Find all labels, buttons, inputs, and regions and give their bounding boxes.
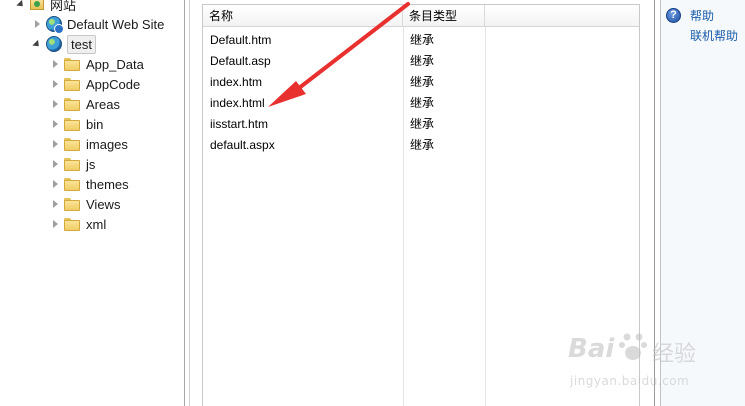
column-header-entry-type[interactable]: 条目类型 bbox=[403, 5, 485, 27]
list-row[interactable]: Default.asp 继承 bbox=[203, 51, 639, 72]
tree-node-folder[interactable]: images bbox=[50, 134, 128, 154]
expand-arrow-icon[interactable] bbox=[50, 219, 60, 229]
cell-entry-type: 继承 bbox=[410, 75, 435, 89]
tree-node-folder[interactable]: bin bbox=[50, 114, 103, 134]
sites-root-icon bbox=[30, 0, 44, 10]
tree-node-root-label: 网站 bbox=[50, 0, 77, 13]
expand-arrow-icon[interactable] bbox=[50, 79, 60, 89]
expand-arrow-icon[interactable] bbox=[50, 99, 60, 109]
folder-icon bbox=[64, 97, 80, 111]
pane-divider[interactable] bbox=[184, 0, 185, 406]
expand-arrow-icon[interactable] bbox=[50, 179, 60, 189]
tree-node-label: xml bbox=[86, 216, 107, 232]
folder-icon bbox=[64, 197, 80, 211]
tree-node-label: Views bbox=[86, 196, 121, 212]
collapse-arrow-icon[interactable] bbox=[32, 39, 42, 49]
cell-entry-type: 继承 bbox=[410, 96, 435, 110]
cell-name: index.html bbox=[210, 96, 265, 110]
expand-arrow-icon[interactable] bbox=[50, 199, 60, 209]
tree-node-label: images bbox=[86, 136, 128, 152]
cell-name: Default.htm bbox=[210, 33, 272, 47]
tree-node-selected-label: test bbox=[67, 34, 96, 54]
help-action[interactable]: ? 帮助 bbox=[666, 6, 714, 24]
expand-arrow-icon[interactable] bbox=[32, 19, 42, 29]
folder-icon bbox=[64, 137, 80, 151]
tree-node-label: Default Web Site bbox=[67, 16, 165, 32]
pane-divider-inner bbox=[189, 0, 190, 406]
folder-icon bbox=[64, 57, 80, 71]
folder-icon bbox=[64, 77, 80, 91]
tree-node-folder[interactable]: App_Data bbox=[50, 54, 144, 74]
help-link[interactable]: 帮助 bbox=[690, 7, 714, 24]
tree-node-folder[interactable]: Views bbox=[50, 194, 120, 214]
help-icon: ? bbox=[666, 7, 681, 23]
watermark-url: jingyan.baidu.com bbox=[570, 374, 690, 388]
folder-icon bbox=[64, 217, 80, 231]
tree-node-folder[interactable]: Areas bbox=[50, 94, 120, 114]
list-row[interactable]: Default.htm 继承 bbox=[203, 30, 639, 51]
expand-arrow-icon[interactable] bbox=[50, 159, 60, 169]
online-help-action[interactable]: 联机帮助 bbox=[690, 26, 738, 44]
list-header: 名称 条目类型 bbox=[203, 5, 639, 27]
cell-name: Default.asp bbox=[210, 54, 271, 68]
site-tree: 网站 Default Web Site test App_Data AppCode… bbox=[0, 0, 184, 406]
tree-node-label: js bbox=[86, 156, 96, 172]
tree-node-folder[interactable]: AppCode bbox=[50, 74, 140, 94]
list-row[interactable]: index.htm 继承 bbox=[203, 72, 639, 93]
tree-node-root[interactable]: 网站 bbox=[16, 0, 76, 14]
cell-entry-type: 继承 bbox=[410, 33, 435, 47]
tree-node-default-web-site[interactable]: Default Web Site bbox=[32, 14, 164, 34]
folder-icon bbox=[64, 157, 80, 171]
expand-arrow-icon[interactable] bbox=[50, 139, 60, 149]
collapse-arrow-icon[interactable] bbox=[16, 0, 26, 9]
paw-logo-icon bbox=[618, 330, 648, 362]
tree-node-test[interactable]: test bbox=[32, 34, 96, 54]
tree-node-folder[interactable]: js bbox=[50, 154, 95, 174]
tree-node-folder[interactable]: themes bbox=[50, 174, 129, 194]
column-header-name[interactable]: 名称 bbox=[203, 5, 403, 27]
list-row[interactable]: iisstart.htm 继承 bbox=[203, 114, 639, 135]
tree-node-label: themes bbox=[86, 176, 129, 192]
cell-name: index.htm bbox=[210, 75, 263, 89]
baidu-jingyan-watermark: Bai 经验 jingyan.baidu.com bbox=[568, 330, 738, 400]
cell-name: default.aspx bbox=[210, 138, 275, 152]
tree-node-label: Areas bbox=[86, 96, 120, 112]
tree-node-label: bin bbox=[86, 116, 104, 132]
watermark-brand-cn: 经验 bbox=[652, 342, 697, 367]
expand-arrow-icon[interactable] bbox=[50, 59, 60, 69]
tree-node-label: App_Data bbox=[86, 56, 144, 72]
cell-name: iisstart.htm bbox=[210, 117, 269, 131]
online-help-link[interactable]: 联机帮助 bbox=[690, 27, 738, 44]
cell-entry-type: 继承 bbox=[410, 117, 435, 131]
cell-entry-type: 继承 bbox=[410, 138, 435, 152]
cell-entry-type: 继承 bbox=[410, 54, 435, 68]
tree-node-label: AppCode bbox=[86, 76, 141, 92]
tree-node-folder[interactable]: xml bbox=[50, 214, 106, 234]
website-globe-icon bbox=[46, 36, 62, 52]
watermark-brand: Bai bbox=[568, 334, 615, 364]
folder-icon bbox=[64, 177, 80, 191]
website-globe-icon bbox=[46, 16, 64, 34]
list-row[interactable]: default.aspx 继承 bbox=[203, 135, 639, 156]
list-row[interactable]: index.html 继承 bbox=[203, 93, 639, 114]
folder-icon bbox=[64, 117, 80, 131]
expand-arrow-icon[interactable] bbox=[50, 119, 60, 129]
